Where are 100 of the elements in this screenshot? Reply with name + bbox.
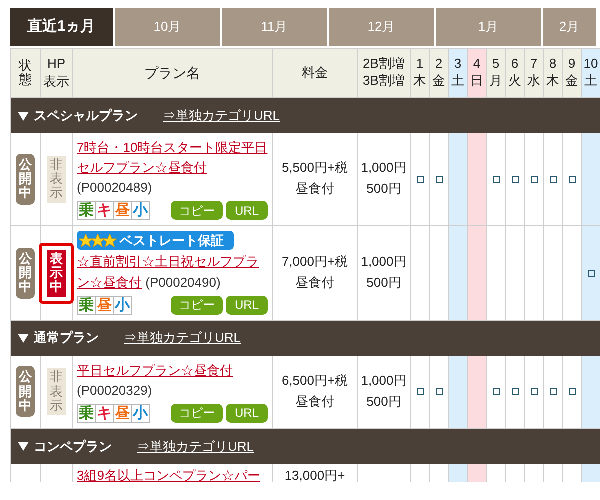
available-square-icon <box>530 388 538 396</box>
calendar-cell[interactable] <box>468 226 487 321</box>
calendar-cell[interactable] <box>449 226 468 321</box>
surcharge-text: 500円 <box>366 180 402 198</box>
calendar-cell[interactable] <box>544 356 563 429</box>
column-header: プラン名 <box>144 64 200 82</box>
url-button[interactable]: URL <box>226 296 268 315</box>
day-header: 9 金 <box>563 49 582 98</box>
surcharge-text: 1,000円 <box>361 253 407 272</box>
feature-tag: キ <box>95 404 114 423</box>
calendar-cell[interactable] <box>544 226 563 321</box>
plan-title[interactable]: 7時台・10時台スタート限定平日セルフプラン☆昼食付 (P00020489) <box>77 138 268 198</box>
calendar-cell[interactable] <box>411 356 430 429</box>
calendar-cell[interactable] <box>487 133 506 226</box>
copy-button[interactable]: コピー <box>171 404 223 423</box>
calendar-cell[interactable] <box>449 133 468 226</box>
calendar-cell[interactable] <box>411 226 430 321</box>
available-square-icon <box>436 388 442 396</box>
plan-title[interactable]: 平日セルフプラン☆昼食付 (P00020329) <box>77 360 268 401</box>
copy-button[interactable]: コピー <box>171 201 223 220</box>
collapse-triangle-icon[interactable] <box>18 441 29 452</box>
calendar-cell[interactable] <box>487 356 506 429</box>
section-title: スペシャルプラン <box>34 106 138 125</box>
calendar-cell[interactable] <box>506 226 525 321</box>
visibility-badge: 表示中 <box>47 250 66 296</box>
available-square-icon <box>530 176 538 183</box>
column-header: HP 表示 <box>44 54 70 91</box>
feature-tag: 昼 <box>113 404 132 423</box>
status-badge: 公開中 <box>16 366 35 418</box>
available-square-icon <box>588 270 594 277</box>
visibility-badge: 非表示 <box>47 368 66 416</box>
day-header: 5 月 <box>487 49 506 98</box>
calendar-cell[interactable] <box>525 133 544 226</box>
available-square-icon <box>416 176 424 183</box>
plan-title[interactable]: ☆直前割引☆土日祝セルフプラン☆昼食付 (P00020490) <box>77 252 268 293</box>
copy-button[interactable]: コピー <box>171 296 223 315</box>
feature-tag: 昼 <box>113 201 132 220</box>
calendar-cell[interactable] <box>525 356 544 429</box>
available-square-icon <box>492 176 500 183</box>
calendar-cell[interactable] <box>430 356 449 429</box>
calendar-cell[interactable] <box>563 356 582 429</box>
calendar-cell[interactable] <box>487 226 506 321</box>
category-url-link[interactable]: ⇒単独カテゴリURL <box>124 328 242 348</box>
calendar-cell[interactable] <box>506 133 525 226</box>
month-tab[interactable]: 2月 <box>543 8 596 46</box>
available-square-icon <box>568 388 576 396</box>
feature-tag: 乗 <box>77 404 96 423</box>
price-text: 昼食付 <box>296 180 334 198</box>
day-header: 8 木 <box>544 49 563 98</box>
surcharge-text: 1,000円 <box>361 372 407 390</box>
calendar-cell[interactable] <box>430 133 449 226</box>
plan-title[interactable]: 3組9名以上コンペプラン☆パー <box>77 466 268 482</box>
url-button[interactable]: URL <box>226 201 268 220</box>
category-url-link[interactable]: ⇒単独カテゴリURL <box>137 436 254 456</box>
day-header: 3 土 <box>449 49 468 98</box>
calendar-cell[interactable] <box>544 133 563 226</box>
month-tab[interactable]: 直近1ヵ月 <box>10 8 113 46</box>
feature-tag: 小 <box>113 296 132 315</box>
calendar-cell[interactable] <box>430 226 449 321</box>
calendar-cell[interactable] <box>468 464 487 482</box>
surcharge-text: 500円 <box>366 274 402 292</box>
calendar-cell[interactable] <box>582 464 600 482</box>
price-text: 5,500円+税 <box>282 159 348 178</box>
surcharge-text: 500円 <box>366 392 402 411</box>
calendar-cell[interactable] <box>582 226 600 321</box>
status-badge: 公開中 <box>16 154 35 205</box>
visibility-badge: 非表示 <box>47 156 66 203</box>
calendar-cell[interactable] <box>468 133 487 226</box>
url-button[interactable]: URL <box>226 404 268 423</box>
calendar-cell[interactable] <box>449 464 468 482</box>
available-square-icon <box>550 388 556 396</box>
month-tab[interactable]: 11月 <box>222 8 327 46</box>
price-text: 13,000円+ <box>284 466 346 482</box>
available-square-icon <box>550 176 556 183</box>
feature-tag: キ <box>95 201 114 220</box>
calendar-cell[interactable] <box>449 356 468 429</box>
available-square-icon <box>512 176 518 183</box>
column-header: 状態 <box>19 58 32 88</box>
calendar-cell[interactable] <box>468 356 487 429</box>
available-square-icon <box>568 176 576 183</box>
surcharge-text: 1,000円 <box>361 159 407 178</box>
month-tab[interactable]: 1月 <box>436 8 541 46</box>
month-tab[interactable]: 12月 <box>329 8 434 46</box>
calendar-cell[interactable] <box>525 226 544 321</box>
feature-tag: 乗 <box>77 296 96 315</box>
feature-tag: 小 <box>131 201 150 220</box>
month-tab[interactable]: 10月 <box>115 8 220 46</box>
calendar-cell[interactable] <box>411 133 430 226</box>
category-url-link[interactable]: ⇒単独カテゴリURL <box>163 106 280 126</box>
day-header: 2 金 <box>430 49 449 98</box>
calendar-cell[interactable] <box>563 133 582 226</box>
calendar-cell[interactable] <box>582 133 600 226</box>
day-header: 7 水 <box>525 49 544 98</box>
calendar-cell[interactable] <box>582 356 600 429</box>
feature-tag: 昼 <box>95 296 114 315</box>
calendar-cell[interactable] <box>563 226 582 321</box>
calendar-cell[interactable] <box>506 356 525 429</box>
collapse-triangle-icon[interactable] <box>18 110 29 120</box>
collapse-triangle-icon[interactable] <box>18 333 29 344</box>
stars-icon <box>79 234 117 248</box>
